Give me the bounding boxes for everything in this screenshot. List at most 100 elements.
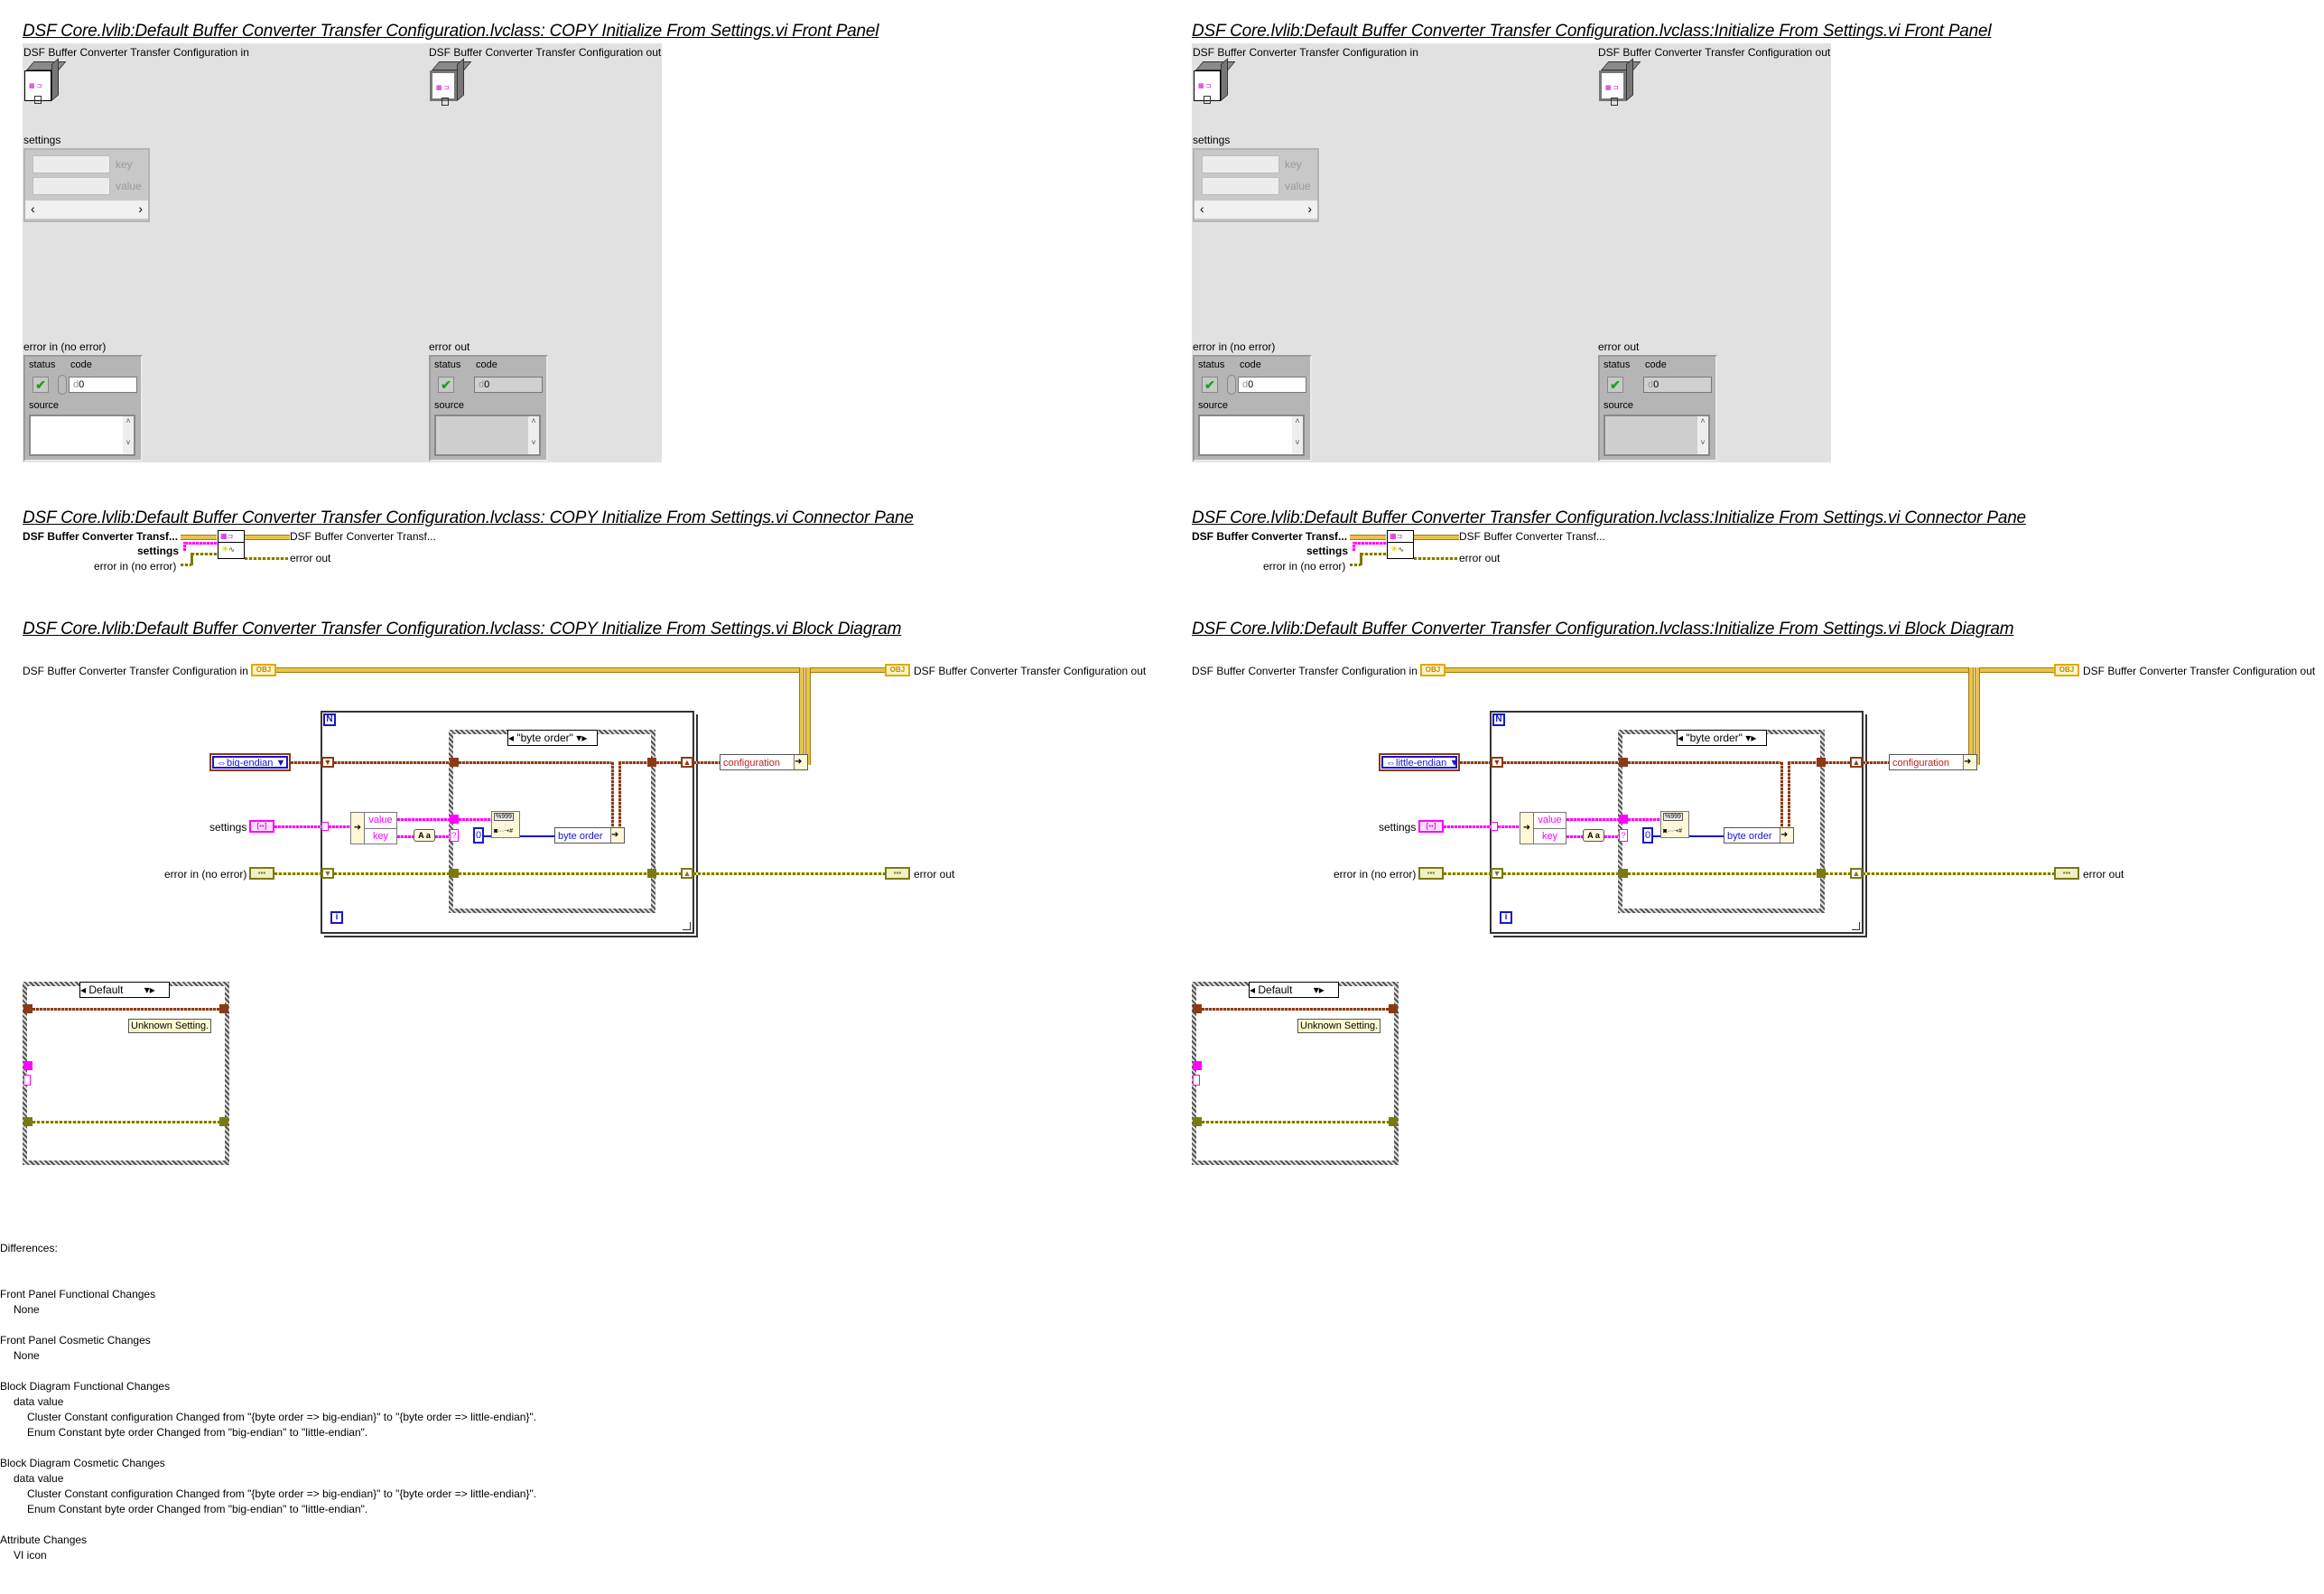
bd-error-out-terminal[interactable]: ▪▪▪ <box>2054 867 2079 880</box>
scroll-left-icon[interactable]: ‹ <box>1200 201 1204 216</box>
bd-error-out-terminal[interactable]: ▪▪▪ <box>885 867 910 880</box>
source-scrollbar[interactable]: ˄ ˅ <box>123 416 134 454</box>
bd-settings-terminal[interactable]: [▪▪] <box>249 820 274 833</box>
bd-settings-terminal[interactable]: [▪▪] <box>1418 820 1444 833</box>
prev-case-icon[interactable]: ◂ <box>1678 732 1683 744</box>
code-label: code <box>70 359 92 370</box>
settings-key-field[interactable] <box>33 155 110 173</box>
status-checkbox[interactable]: ✔ <box>1202 377 1218 393</box>
source-field[interactable]: ˄ ˅ <box>29 415 135 456</box>
case-structure[interactable] <box>449 730 655 913</box>
unknown-setting-note: Unknown Setting. <box>1297 1019 1381 1033</box>
code-increment-icon[interactable] <box>58 375 67 395</box>
case-selector[interactable]: ◂ "byte order" ▾▸ <box>507 730 598 746</box>
next-case-icon[interactable]: ▸ <box>1319 983 1325 996</box>
bundle-configuration-node[interactable]: configuration ➜ <box>720 754 808 770</box>
bundle-byte-order-node[interactable]: byte order ➜ <box>1724 827 1794 844</box>
cp-output-error: error out <box>290 552 331 564</box>
resize-handle-icon[interactable] <box>683 922 691 930</box>
numeric-constant[interactable]: 0 <box>1642 827 1653 844</box>
scroll-right-icon[interactable]: › <box>138 201 143 216</box>
initialize-icon: ✳∿ <box>1390 545 1405 555</box>
source-scrollbar[interactable]: ˄ ˅ <box>1697 416 1708 454</box>
config-in-control[interactable]: ▦ ⊐ <box>24 58 67 104</box>
dropdown-icon[interactable]: ▼ <box>1449 758 1459 769</box>
enum-tunnel-out <box>219 1004 228 1013</box>
bd-error-in-terminal[interactable]: ▪▪▪ <box>249 867 274 880</box>
loop-index-terminal[interactable]: i <box>330 911 343 924</box>
scan-from-string-node[interactable]: %999 ◙···➝# <box>491 811 520 838</box>
settings-value-field[interactable] <box>33 177 110 195</box>
dropdown-icon[interactable]: ▼ <box>275 758 285 769</box>
code-field[interactable]: d0 <box>69 377 137 393</box>
settings-value-field[interactable] <box>1202 177 1279 195</box>
settings-array[interactable]: key value ‹ › <box>23 148 150 222</box>
unbundle-by-name-node[interactable]: ➜ value key <box>350 812 397 844</box>
shift-register-left-error[interactable]: ▼ <box>1491 868 1503 879</box>
source-scrollbar[interactable]: ˄ ˅ <box>1292 416 1303 454</box>
code-field[interactable]: d0 <box>1238 377 1306 393</box>
next-case-icon[interactable]: ▸ <box>581 732 587 744</box>
enum-wire-up <box>618 761 621 834</box>
prev-case-icon[interactable]: ◂ <box>508 732 514 744</box>
scroll-right-icon[interactable]: › <box>1307 201 1312 216</box>
status-checkbox[interactable]: ✔ <box>33 377 49 393</box>
resize-handle-icon[interactable] <box>1852 922 1860 930</box>
config-in-control[interactable]: ▦ ⊐ <box>1194 58 1236 104</box>
error-in-cluster[interactable]: status code ✔ d0 source ˄ ˅ <box>23 355 143 461</box>
numeric-constant[interactable]: 0 <box>473 827 484 844</box>
code-readout: d0 <box>1643 377 1712 393</box>
settings-scrollbar[interactable]: ‹ › <box>1195 200 1317 219</box>
loop-index-terminal[interactable]: i <box>1500 911 1512 924</box>
shift-register-right-enum[interactable]: ▲ <box>681 757 693 768</box>
bundle-byte-order-node[interactable]: byte order ➜ <box>554 827 625 844</box>
error-in-cluster[interactable]: status code ✔ d0 source ˄ ˅ <box>1193 355 1312 461</box>
scroll-left-icon[interactable]: ‹ <box>31 201 35 216</box>
shift-register-left-error[interactable]: ▼ <box>321 868 334 879</box>
cp-output-config: DSF Buffer Converter Transf... <box>290 530 436 543</box>
error-in-label: error in (no error) <box>1193 340 1276 353</box>
key-wire <box>397 835 414 838</box>
settings-scrollbar[interactable]: ‹ › <box>25 200 148 219</box>
source-field[interactable]: ˄ ˅ <box>1198 415 1305 456</box>
bd-error-in-terminal[interactable]: ▪▪▪ <box>1418 867 1444 880</box>
differences-sections: Front Panel Functional Changes None Front … <box>0 1287 536 1563</box>
bd-config-out-terminal[interactable]: OBJ <box>2054 664 2079 676</box>
bd-config-in-terminal[interactable]: OBJ <box>1420 664 1446 676</box>
shift-register-right-error[interactable]: ▲ <box>681 868 693 879</box>
byte-order-enum-constant[interactable]: ⇔big-endian ▼ <box>209 753 291 771</box>
loop-count-terminal[interactable]: N <box>323 713 336 726</box>
bd-settings-label: settings <box>209 821 247 834</box>
prev-case-icon[interactable]: ◂ <box>80 983 86 996</box>
case-structure[interactable] <box>1618 730 1825 913</box>
loop-count-terminal[interactable]: N <box>1492 713 1505 726</box>
bundle-configuration-node[interactable]: configuration ➜ <box>1889 754 1977 770</box>
case-selector[interactable]: ◂ "byte order" ▾▸ <box>1677 730 1767 746</box>
diff-section-title: Attribute Changes <box>0 1533 88 1546</box>
shift-register-left-enum[interactable]: ▼ <box>1491 757 1503 768</box>
settings-key-field[interactable] <box>1202 155 1279 173</box>
source-scrollbar[interactable]: ˄ ˅ <box>528 416 539 454</box>
next-case-icon[interactable]: ▸ <box>1751 732 1756 744</box>
scan-from-string-node[interactable]: %999 ◙···➝# <box>1660 811 1689 838</box>
unbundle-by-name-node[interactable]: ➜ value key <box>1520 812 1566 844</box>
default-case-selector[interactable]: ◂ Default ▾▸ <box>1249 982 1339 998</box>
enum-wire-to-shift <box>656 761 682 764</box>
to-lower-case-node[interactable]: A a <box>1583 829 1604 842</box>
prev-case-icon[interactable]: ◂ <box>1250 983 1255 996</box>
next-case-icon[interactable]: ▸ <box>150 983 155 996</box>
diff-line: None <box>14 1303 40 1316</box>
bd-config-in-terminal[interactable]: OBJ <box>251 664 276 676</box>
shift-register-left-enum[interactable]: ▼ <box>321 757 334 768</box>
byte-order-enum-constant[interactable]: ⇔little-endian ▼ <box>1379 753 1460 771</box>
default-case-selector[interactable]: ◂ Default ▾▸ <box>79 982 170 998</box>
to-lower-case-node[interactable]: A a <box>414 829 435 842</box>
settings-array[interactable]: key value ‹ › <box>1193 148 1319 222</box>
settings-label: settings <box>23 134 61 146</box>
bd-config-out-terminal[interactable]: OBJ <box>885 664 910 676</box>
value-wire <box>397 818 451 821</box>
shift-register-right-error[interactable]: ▲ <box>1850 868 1863 879</box>
code-increment-icon[interactable] <box>1227 375 1236 395</box>
shift-register-right-enum[interactable]: ▲ <box>1850 757 1863 768</box>
error-wire-loop <box>334 872 450 875</box>
